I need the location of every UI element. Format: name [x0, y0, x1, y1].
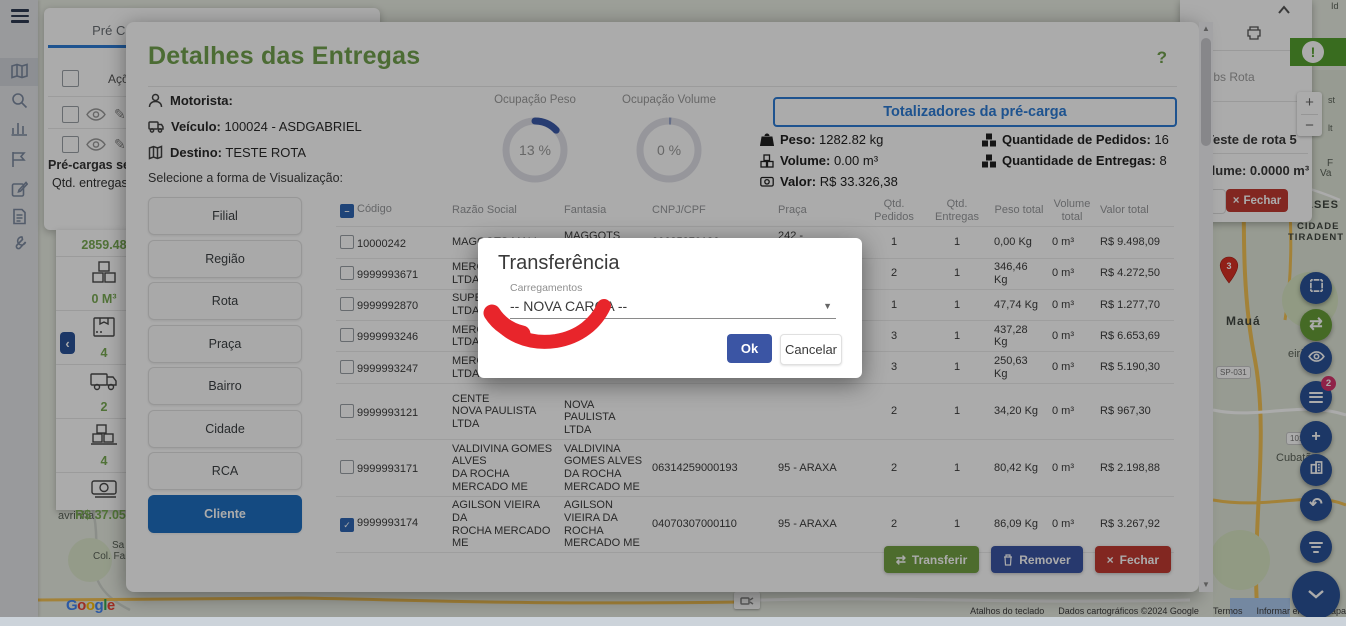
transferencia-modal: Transferência Carregamentos -- NOVA CARG…	[478, 238, 862, 378]
cancel-button[interactable]: Cancelar	[780, 334, 842, 365]
ok-button[interactable]: Ok	[727, 334, 772, 363]
page-edge	[0, 617, 1346, 626]
carregamentos-label: Carregamentos	[510, 282, 582, 294]
app-screen: avrinhaSaCol. FaibMauáeirãASESCIDADETIRA…	[0, 0, 1346, 626]
transfer-title: Transferência	[498, 252, 620, 275]
carregamentos-select[interactable]: -- NOVA CARGA -- ▼	[510, 294, 836, 319]
chevron-down-icon: ▼	[823, 301, 832, 311]
